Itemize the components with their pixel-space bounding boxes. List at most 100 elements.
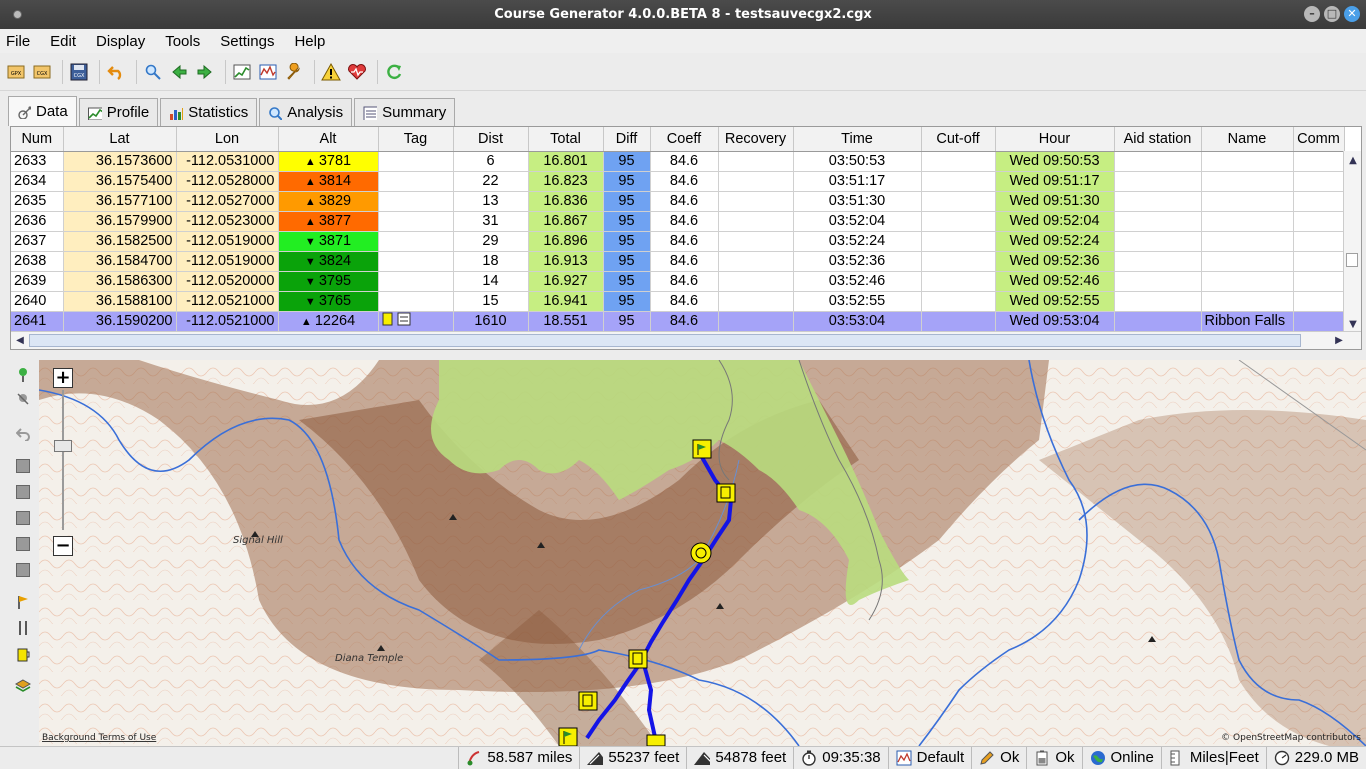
map-attribution-left[interactable]: Background Terms of Use bbox=[42, 733, 157, 743]
cell-diff[interactable]: 95 bbox=[603, 171, 651, 192]
cell-hour[interactable]: Wed 09:50:53 bbox=[995, 151, 1115, 172]
column-header-aid-station[interactable]: Aid station bbox=[1114, 127, 1202, 152]
flag-icon[interactable] bbox=[15, 594, 31, 610]
cell-comm[interactable] bbox=[1293, 151, 1345, 172]
cell-alt[interactable]: ▼ 3871 bbox=[278, 231, 379, 252]
flag-marker[interactable] bbox=[646, 734, 666, 746]
cell-recovery[interactable] bbox=[718, 191, 794, 212]
cell-lon[interactable]: -112.0521000 bbox=[176, 311, 279, 332]
topographic-map[interactable]: Signal Hill Diana Temple Background Term… bbox=[39, 360, 1366, 746]
cell-coeff[interactable]: 84.6 bbox=[650, 151, 719, 172]
select3-icon[interactable] bbox=[15, 510, 31, 526]
save-cgx-button[interactable]: CGX bbox=[68, 61, 90, 83]
cell-dist[interactable]: 6 bbox=[453, 151, 529, 172]
table-row[interactable]: 2638 36.1584700 -112.0519000 ▼ 3824 18 16.913… bbox=[11, 251, 1345, 272]
cell-comm[interactable] bbox=[1293, 271, 1345, 292]
tab-analysis[interactable]: Analysis bbox=[259, 98, 353, 126]
cell-num[interactable]: 2635 bbox=[11, 191, 64, 212]
cell-name[interactable] bbox=[1201, 211, 1294, 232]
column-header-num[interactable]: Num bbox=[11, 127, 64, 152]
cell-lat[interactable]: 36.1575400 bbox=[63, 171, 177, 192]
cell-alt[interactable]: ▲ 3814 bbox=[278, 171, 379, 192]
next-button[interactable] bbox=[194, 61, 216, 83]
cell-tag[interactable] bbox=[378, 171, 454, 192]
cell-diff[interactable]: 95 bbox=[603, 271, 651, 292]
table-row[interactable]: 2635 36.1577100 -112.0527000 ▲ 3829 13 16.836… bbox=[11, 191, 1345, 212]
column-header-cut-off[interactable]: Cut-off bbox=[921, 127, 996, 152]
cell-comm[interactable] bbox=[1293, 171, 1345, 192]
cell-tag[interactable] bbox=[378, 271, 454, 292]
cell-num[interactable]: 2639 bbox=[11, 271, 64, 292]
cell-num[interactable]: 2638 bbox=[11, 251, 64, 272]
cell-alt[interactable]: ▲ 12264 bbox=[278, 311, 379, 332]
cell-name[interactable] bbox=[1201, 191, 1294, 212]
cell-hour[interactable]: Wed 09:52:46 bbox=[995, 271, 1115, 292]
cell-aid[interactable] bbox=[1114, 271, 1202, 292]
cell-aid[interactable] bbox=[1114, 171, 1202, 192]
cell-aid[interactable] bbox=[1114, 151, 1202, 172]
cell-recovery[interactable] bbox=[718, 311, 794, 332]
table-row[interactable]: 2641 36.1590200 -112.0521000 ▲ 12264 1610 18.… bbox=[11, 311, 1345, 332]
zoom-slider-track[interactable] bbox=[62, 390, 64, 530]
cutlery-icon[interactable] bbox=[15, 620, 31, 636]
cell-time[interactable]: 03:51:30 bbox=[793, 191, 922, 212]
column-header-diff[interactable]: Diff bbox=[603, 127, 651, 152]
scroll-left-icon[interactable]: ◀ bbox=[12, 333, 28, 349]
search-button[interactable] bbox=[142, 61, 164, 83]
cell-cutoff[interactable] bbox=[921, 151, 996, 172]
zoom-out-button[interactable]: − bbox=[53, 536, 73, 556]
map-attribution-right[interactable]: © OpenStreetMap contributors bbox=[1221, 733, 1361, 743]
maximize-icon[interactable]: □ bbox=[1324, 6, 1340, 22]
add-marker-icon[interactable] bbox=[15, 366, 31, 382]
cell-aid[interactable] bbox=[1114, 231, 1202, 252]
column-header-dist[interactable]: Dist bbox=[453, 127, 529, 152]
cell-num[interactable]: 2633 bbox=[11, 151, 64, 172]
cell-num[interactable]: 2634 bbox=[11, 171, 64, 192]
drink-marker[interactable] bbox=[716, 483, 736, 503]
cell-aid[interactable] bbox=[1114, 251, 1202, 272]
open-gpx-button[interactable]: GPX bbox=[5, 61, 27, 83]
cell-dist[interactable]: 13 bbox=[453, 191, 529, 212]
cell-alt[interactable]: ▲ 3877 bbox=[278, 211, 379, 232]
status-units[interactable]: Miles|Feet bbox=[1160, 746, 1266, 769]
cell-hour[interactable]: Wed 09:51:17 bbox=[995, 171, 1115, 192]
cell-total[interactable]: 16.867 bbox=[528, 211, 604, 232]
table-row[interactable]: 2640 36.1588100 -112.0521000 ▼ 3765 15 16.941… bbox=[11, 291, 1345, 312]
cell-recovery[interactable] bbox=[718, 211, 794, 232]
flag-marker[interactable] bbox=[558, 727, 578, 746]
cell-coeff[interactable]: 84.6 bbox=[650, 191, 719, 212]
cell-hour[interactable]: Wed 09:52:24 bbox=[995, 231, 1115, 252]
health-button[interactable] bbox=[346, 61, 368, 83]
table-row[interactable]: 2639 36.1586300 -112.0520000 ▼ 3795 14 16.927… bbox=[11, 271, 1345, 292]
status-profile[interactable]: Default bbox=[887, 746, 972, 769]
cell-total[interactable]: 16.927 bbox=[528, 271, 604, 292]
scroll-up-icon[interactable]: ▲ bbox=[1345, 153, 1361, 169]
column-header-alt[interactable]: Alt bbox=[278, 127, 379, 152]
cell-cutoff[interactable] bbox=[921, 211, 996, 232]
cell-comm[interactable] bbox=[1293, 211, 1345, 232]
cell-comm[interactable] bbox=[1293, 231, 1345, 252]
cell-dist[interactable]: 15 bbox=[453, 291, 529, 312]
cell-comm[interactable] bbox=[1293, 251, 1345, 272]
cell-lon[interactable]: -112.0519000 bbox=[176, 251, 279, 272]
cell-diff[interactable]: 95 bbox=[603, 151, 651, 172]
cell-lat[interactable]: 36.1582500 bbox=[63, 231, 177, 252]
cell-cutoff[interactable] bbox=[921, 271, 996, 292]
cell-lat[interactable]: 36.1584700 bbox=[63, 251, 177, 272]
cell-alt[interactable]: ▲ 3781 bbox=[278, 151, 379, 172]
cell-recovery[interactable] bbox=[718, 251, 794, 272]
table-row[interactable]: 2636 36.1579900 -112.0523000 ▲ 3877 31 16.867… bbox=[11, 211, 1345, 232]
cell-lon[interactable]: -112.0521000 bbox=[176, 291, 279, 312]
tab-data[interactable]: Data bbox=[8, 96, 77, 126]
settings-button[interactable] bbox=[283, 61, 305, 83]
cell-tag[interactable] bbox=[378, 151, 454, 172]
profile-button[interactable] bbox=[231, 61, 253, 83]
column-header-hour[interactable]: Hour bbox=[995, 127, 1115, 152]
cell-lon[interactable]: -112.0520000 bbox=[176, 271, 279, 292]
tab-statistics[interactable]: Statistics bbox=[160, 98, 258, 126]
cell-name[interactable] bbox=[1201, 271, 1294, 292]
cell-time[interactable]: 03:52:24 bbox=[793, 231, 922, 252]
vertical-scroll-thumb[interactable] bbox=[1346, 253, 1358, 267]
cell-name[interactable] bbox=[1201, 291, 1294, 312]
column-header-name[interactable]: Name bbox=[1201, 127, 1294, 152]
